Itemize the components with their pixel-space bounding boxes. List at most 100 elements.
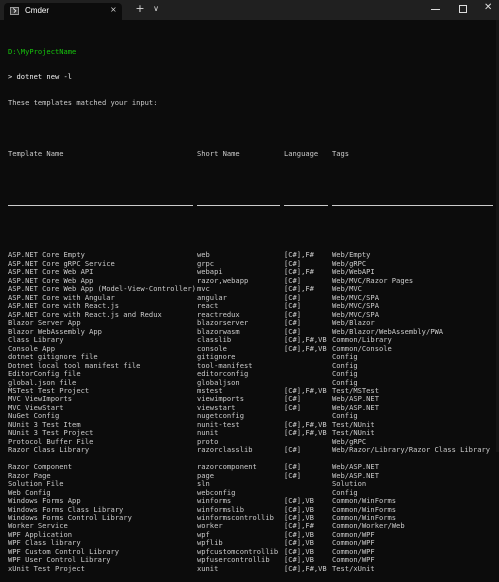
template-name-cell: Solution File — [8, 479, 64, 489]
template-name-cell: WPF User Control Library — [8, 555, 111, 565]
table-row: Web Config webconfig Config — [8, 487, 493, 497]
table-row: Windows Forms App winforms [C#],VB Common/W… — [8, 496, 493, 506]
table-row: WPF Application wpf [C#],VB Common/WPF — [8, 529, 493, 539]
template-name-cell: Windows Forms Control Library — [8, 513, 132, 522]
template-name-cell: WPF Application — [8, 529, 73, 539]
close-tab-icon[interactable]: × — [110, 5, 117, 14]
tags-cell: Test/xUnit — [332, 563, 375, 573]
language-cell: [C#],F#,VB — [284, 343, 327, 353]
language-cell: [C#] — [284, 462, 302, 472]
template-name-cell: Razor Component — [8, 462, 73, 472]
tags-cell: Common/WinForms — [332, 496, 397, 506]
language-cell: [C#],VB — [284, 513, 314, 522]
short-name-cell: xunit — [197, 563, 219, 573]
close-window-button[interactable]: ✕ — [484, 2, 492, 13]
template-name-cell: Web Config — [8, 487, 51, 497]
short-name-cell: wpflib — [197, 538, 223, 548]
table-row: NuGet Config nugetconfig Config — [8, 411, 493, 420]
terminal-output[interactable]: D:\MyProjectName > dotnet new -l These t… — [8, 31, 493, 573]
tags-cell: Web/Razor/Library/Razor Class Library — [332, 445, 491, 455]
short-name-cell: winformslib — [197, 504, 244, 514]
table-row: ASP.NET Core with React.js and Redux reac… — [8, 310, 493, 319]
table-row: Class Library classlib [C#],F#,VB Common/Li… — [8, 335, 493, 344]
tags-cell: Web/ASP.NET — [332, 470, 379, 480]
header-language: Language — [284, 148, 319, 158]
header-tags: Tags — [332, 148, 350, 158]
template-table: ASP.NET Core Empty web [C#],F# Web/Empty ASP… — [8, 250, 493, 573]
table-row: WPF User Control Library wpfusercontrolli… — [8, 555, 493, 565]
table-row: Razor Class Library razorclasslib [C#] Web/… — [8, 445, 493, 455]
table-row: Solution File sln Solution — [8, 479, 493, 489]
template-name-cell: Razor Page — [8, 470, 51, 480]
template-name-cell: xUnit Test Project — [8, 563, 85, 573]
table-row: Worker Service worker [C#],F# Common/Worker… — [8, 521, 493, 531]
minimize-button[interactable] — [431, 9, 440, 10]
language-cell: [C#],VB — [284, 538, 314, 548]
new-tab-button[interactable]: + — [134, 2, 146, 15]
table-header: Template Name Short Name Language Tags — [8, 148, 493, 158]
short-name-cell: worker — [197, 521, 223, 531]
language-cell: [C#] — [284, 445, 302, 455]
short-name-cell: razorclasslib — [197, 445, 253, 455]
language-cell: [C#],F#,VB — [284, 563, 327, 573]
chevron-down-icon[interactable]: ∨ — [150, 4, 162, 13]
terminal-icon — [10, 7, 19, 15]
language-cell: [C#],VB — [284, 555, 314, 565]
table-row: xUnit Test Project xunit [C#],F#,VB Test/xU… — [8, 563, 493, 573]
language-cell: [C#] — [284, 402, 302, 412]
short-name-cell: razorcomponent — [197, 462, 257, 472]
language-cell: [C#],VB — [284, 496, 314, 506]
short-name-cell: winformscontrollib — [197, 513, 274, 522]
tags-cell: Web/ASP.NET — [332, 462, 379, 472]
short-name-cell: webconfig — [197, 487, 236, 497]
separator-template-name — [8, 204, 193, 206]
table-row: Windows Forms Class Library winformslib [C… — [8, 504, 493, 514]
short-name-cell: winforms — [197, 496, 232, 506]
table-row: Razor Page page [C#] Web/ASP.NET — [8, 470, 493, 480]
table-row: MVC ViewImports viewimports [C#] Web/ASP.NE… — [8, 394, 493, 403]
tags-cell: Common/Worker/Web — [332, 521, 405, 531]
template-name-cell: Windows Forms Class Library — [8, 504, 124, 514]
header-separator — [8, 201, 493, 209]
separator-language — [284, 204, 328, 206]
table-row: WPF Class library wpflib [C#],VB Common/WPF — [8, 538, 493, 548]
header-short-name: Short Name — [197, 148, 240, 158]
table-row: EditorConfig file editorconfig Config — [8, 369, 493, 378]
tags-cell: Common/WPF — [332, 538, 375, 548]
short-name-cell: wpf — [197, 529, 210, 539]
table-row: WPF Custom Control Library wpfcustomcontr… — [8, 546, 493, 556]
title-bar: Cmder × + ∨ ✕ — [0, 0, 499, 20]
short-name-cell: wpfusercontrollib — [197, 555, 270, 565]
template-name-cell: WPF Class library — [8, 538, 81, 548]
template-name-cell: Razor Class Library — [8, 445, 90, 455]
short-name-cell: wpfcustomcontrollib — [197, 546, 279, 556]
language-cell: [C#],VB — [284, 546, 314, 556]
tags-cell: Common/WPF — [332, 546, 375, 556]
template-name-cell: Windows Forms App — [8, 496, 81, 506]
tags-cell: Config — [332, 487, 358, 497]
table-row: Windows Forms Control Library winformscon… — [8, 513, 493, 522]
language-cell: [C#],F#,VB — [284, 428, 327, 438]
short-name-cell: page — [197, 470, 215, 480]
header-template-name: Template Name — [8, 148, 64, 158]
tags-cell: Common/WPF — [332, 529, 375, 539]
command-line: > dotnet new -l — [8, 72, 73, 82]
template-name-cell: WPF Custom Control Library — [8, 546, 120, 556]
short-name-cell: sln — [197, 479, 210, 489]
separator-tags — [332, 204, 493, 206]
language-cell: [C#],VB — [284, 504, 314, 514]
language-cell: [C#],F# — [284, 521, 314, 531]
result-message: These templates matched your input: — [8, 97, 158, 107]
tab-cmder[interactable]: Cmder × — [4, 3, 122, 20]
current-path: D:\MyProjectName — [8, 46, 77, 56]
maximize-button[interactable] — [459, 5, 467, 13]
table-row: Dotnet local tool manifest file tool-mani… — [8, 361, 493, 370]
language-cell: [C#] — [284, 470, 302, 480]
table-row: Blazor WebAssembly App blazorwasm [C#] Web/… — [8, 327, 493, 336]
template-name-cell: Worker Service — [8, 521, 68, 531]
tags-cell: Common/WPF — [332, 555, 375, 565]
tags-cell: Solution — [332, 479, 367, 489]
tab-title: Cmder — [25, 6, 50, 15]
separator-short-name — [197, 204, 280, 206]
tags-cell: Common/WinForms — [332, 504, 397, 514]
